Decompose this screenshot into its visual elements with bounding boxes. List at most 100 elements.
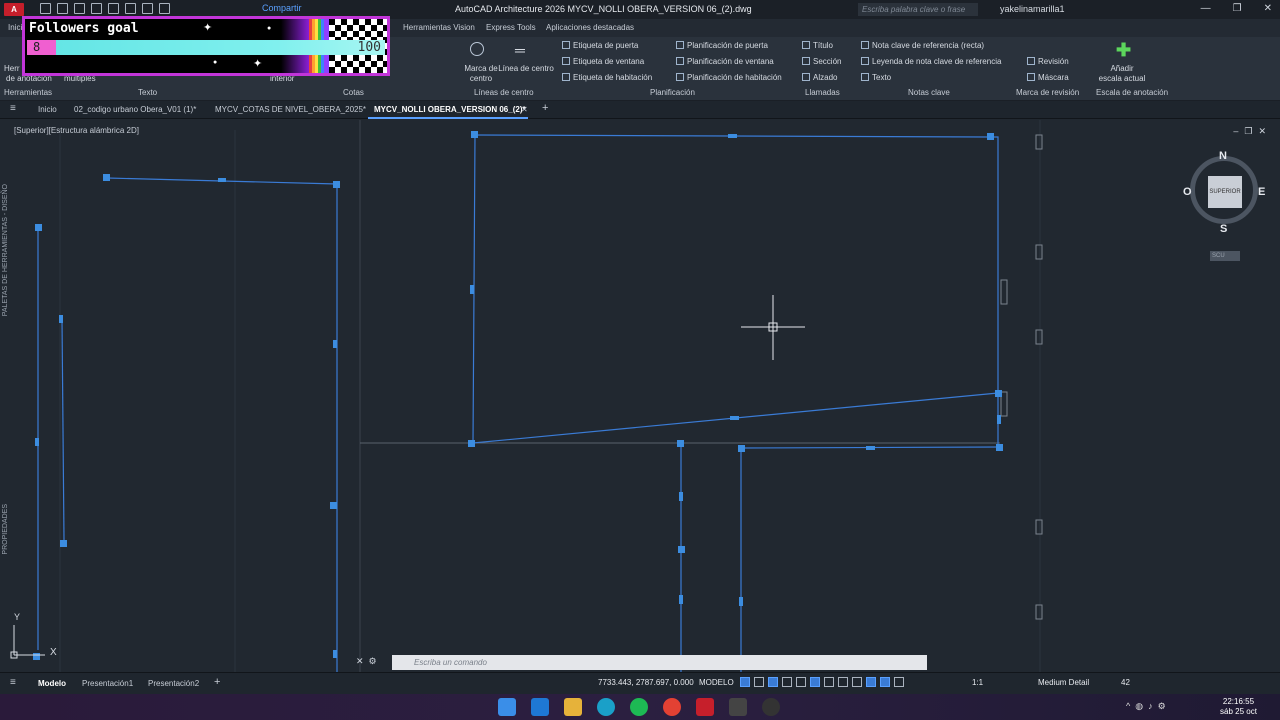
open-icon[interactable]	[57, 3, 68, 14]
viewcube-face[interactable]: SUPERIOR	[1208, 176, 1242, 208]
doc-tab-codigo-urbano[interactable]: 02_codigo urbano Obera_V01 (1)*	[74, 105, 196, 114]
grip[interactable]	[35, 438, 39, 446]
layout-tab-modelo[interactable]: Modelo	[38, 679, 66, 688]
new-icon[interactable]	[40, 3, 51, 14]
grip[interactable]	[677, 440, 684, 447]
polyline-left-inner[interactable]	[61, 319, 65, 541]
doc-tab-nolli-obera[interactable]: MYCV_NOLLI OBERA_VERSION 06_(2)*	[374, 105, 526, 114]
keynote-legend-button[interactable]: Leyenda de nota clave de referencia	[861, 57, 1001, 66]
add-layout-icon[interactable]: +	[214, 676, 220, 688]
cmd-settings-icon[interactable]: ⚙	[369, 656, 382, 666]
layout-tab-presentacion1[interactable]: Presentación1	[82, 679, 133, 688]
compass-north[interactable]: N	[1219, 150, 1227, 162]
grip[interactable]	[471, 131, 478, 138]
properties-label[interactable]: PROPIEDADES	[2, 504, 9, 555]
polyline-left-block[interactable]	[106, 177, 338, 672]
spotify-icon[interactable]	[630, 698, 648, 716]
search-input[interactable]: Escriba palabra clave o frase	[858, 3, 978, 16]
tab-express-tools[interactable]: Express Tools	[486, 23, 536, 32]
annotation-scale[interactable]: 1:1	[972, 678, 983, 687]
annotation-visibility-icon[interactable]	[880, 677, 890, 687]
obs-icon[interactable]	[762, 698, 780, 716]
system-tray[interactable]: ^◍♪⚙	[1126, 701, 1171, 712]
menu-icon[interactable]: ≡	[10, 103, 16, 114]
grip[interactable]	[728, 134, 737, 138]
autocad-taskbar-icon[interactable]	[696, 698, 714, 716]
grip[interactable]	[218, 178, 226, 182]
panel-title-notas[interactable]: Notas clave	[908, 88, 950, 97]
door-tag-button[interactable]: Etiqueta de puerta	[562, 41, 638, 50]
redo-icon[interactable]	[142, 3, 153, 14]
window-tag-button[interactable]: Etiqueta de ventana	[562, 57, 644, 66]
centerline-icon[interactable]: ═	[515, 42, 525, 58]
cut-plane-value[interactable]: 42	[1121, 678, 1130, 687]
symbol-rect-1[interactable]	[1035, 134, 1043, 150]
grip[interactable]	[333, 181, 340, 188]
compass-south[interactable]: S	[1220, 223, 1227, 235]
polyline-sloped-edge[interactable]	[472, 134, 999, 444]
section-callout-button[interactable]: Sección	[802, 57, 841, 66]
grip[interactable]	[330, 502, 337, 509]
keynote-button[interactable]: Nota clave de referencia (recta)	[861, 41, 984, 50]
room-tag-button[interactable]: Etiqueta de habitación	[562, 73, 652, 82]
window-schedule-button[interactable]: Planificación de ventana	[676, 57, 774, 66]
grip[interactable]	[35, 224, 42, 231]
close-tab-icon[interactable]: ✕	[521, 105, 528, 114]
isodraft-toggle-icon[interactable]	[796, 677, 806, 687]
grip[interactable]	[333, 340, 337, 348]
compass-east[interactable]: E	[1258, 186, 1265, 198]
title-callout-button[interactable]: Título	[802, 41, 833, 50]
chrome-icon[interactable]	[663, 698, 681, 716]
grip[interactable]	[739, 597, 743, 606]
cmd-close-icon[interactable]: ✕	[356, 656, 369, 666]
doc-tab-cotas-nivel[interactable]: MYCV_COTAS DE NIVEL_OBERA_2025*	[215, 105, 366, 114]
minimize-button[interactable]: —	[1201, 3, 1211, 14]
tab-aplicaciones[interactable]: Aplicaciones destacadas	[546, 23, 634, 32]
add-scale-button[interactable]: Añadir escala actual	[1098, 64, 1146, 84]
viewport-label[interactable]: [Superior][Estructura alámbrica 2D]	[14, 126, 139, 135]
ortho-toggle-icon[interactable]	[768, 677, 778, 687]
panel-title-llamadas[interactable]: Llamadas	[805, 88, 840, 97]
maximize-button[interactable]: ❐	[1233, 3, 1242, 14]
symbol-rect-4[interactable]	[1035, 519, 1043, 535]
grip[interactable]	[468, 440, 475, 447]
store-icon[interactable]	[564, 698, 582, 716]
start-icon[interactable]	[498, 698, 516, 716]
save-icon[interactable]	[74, 3, 85, 14]
panel-title-texto[interactable]: Texto	[138, 88, 157, 97]
grip[interactable]	[987, 133, 994, 140]
grip[interactable]	[866, 446, 875, 450]
grip[interactable]	[679, 492, 683, 501]
layout-tab-presentacion2[interactable]: Presentación2	[148, 679, 199, 688]
status-coordinates[interactable]: 7733.443, 2787.697, 0.000	[598, 678, 694, 687]
auto-scale-icon[interactable]	[894, 677, 904, 687]
command-input[interactable]: Escriba un comando	[392, 655, 927, 670]
status-model-button[interactable]: MODELO	[699, 678, 734, 687]
viewport-minimize-button[interactable]: –	[1233, 126, 1244, 136]
panel-title-cotas[interactable]: Cotas	[343, 88, 364, 97]
door-schedule-button[interactable]: Planificación de puerta	[676, 41, 768, 50]
display-configuration[interactable]: Medium Detail	[1038, 678, 1089, 687]
layout-menu-icon[interactable]: ≡	[10, 677, 16, 688]
grip[interactable]	[103, 174, 110, 181]
symbol-rect-2[interactable]	[1035, 244, 1043, 260]
snap-toggle-icon[interactable]	[754, 677, 764, 687]
center-mark-icon[interactable]	[470, 42, 484, 56]
viewcube[interactable]: SUPERIOR N S E O	[1183, 150, 1266, 235]
doc-tab-inicio[interactable]: Inicio	[38, 105, 57, 114]
grip[interactable]	[996, 444, 1003, 451]
new-tab-icon[interactable]: +	[542, 102, 548, 114]
grip[interactable]	[59, 315, 63, 323]
center-mark-button[interactable]: Marca de centro	[462, 64, 500, 84]
mask-button[interactable]: Máscara	[1027, 73, 1069, 82]
grip[interactable]	[738, 445, 745, 452]
edge-icon[interactable]	[597, 698, 615, 716]
panel-title-revision[interactable]: Marca de revisión	[1016, 88, 1079, 97]
elevation-callout-button[interactable]: Alzado	[802, 73, 837, 82]
selection-cycling-icon[interactable]	[866, 677, 876, 687]
ucs-menu[interactable]: SCU	[1210, 251, 1240, 261]
share-icon[interactable]	[159, 3, 170, 14]
panel-title-centro[interactable]: Líneas de centro	[474, 88, 534, 97]
symbol-rect-3[interactable]	[1035, 329, 1043, 345]
add-scale-icon[interactable]: ✚	[1116, 40, 1131, 61]
